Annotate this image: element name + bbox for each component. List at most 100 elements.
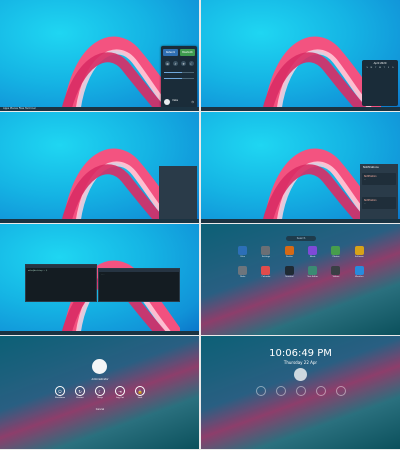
app-label: Weather bbox=[355, 276, 364, 278]
sleep-button[interactable]: ☾ Sleep bbox=[95, 386, 105, 399]
terminal-text: ... bbox=[101, 274, 105, 276]
app-item[interactable]: Terminal bbox=[278, 266, 301, 278]
app-label: Software bbox=[354, 256, 364, 258]
app-label: Text Editor bbox=[307, 276, 318, 278]
session-menu: Administrator ⏻ Shutdown ↻ Restart ☾ Sleep … bbox=[0, 336, 199, 449]
action-label: Restart bbox=[76, 397, 84, 399]
side-panel bbox=[159, 166, 197, 221]
app-icon bbox=[354, 266, 364, 275]
app-icon bbox=[261, 246, 271, 255]
logout-icon: ⇥ bbox=[115, 386, 125, 396]
wifi-icon[interactable]: ≋ bbox=[165, 61, 170, 66]
day-label: S bbox=[392, 67, 394, 69]
card-title: Notification bbox=[364, 175, 377, 178]
desktop-widget bbox=[0, 112, 199, 223]
app-item[interactable]: Music bbox=[301, 246, 324, 258]
taskbar bbox=[201, 219, 400, 223]
restart-button[interactable]: ↻ Restart bbox=[75, 386, 85, 399]
app-grid: Files Settings Firefox Music Photos Software D… bbox=[231, 246, 371, 278]
panel-items[interactable]: Apps Places Files Terminal bbox=[3, 107, 36, 110]
card-title: Notification bbox=[364, 199, 377, 202]
app-item[interactable]: Weather bbox=[348, 266, 371, 278]
app-icon bbox=[284, 246, 294, 255]
terminal-text: mike@desktop ~ $ bbox=[28, 270, 48, 272]
shutdown-button[interactable]: ⏻ Shutdown bbox=[55, 386, 65, 399]
taskbar bbox=[0, 219, 199, 223]
action-label: Lock bbox=[137, 397, 143, 399]
desktop-calendar: April 2020 S M T W T F S bbox=[201, 0, 400, 111]
ghost-actions bbox=[256, 386, 346, 396]
action-label: Shutdown bbox=[55, 397, 65, 399]
sleep-icon bbox=[296, 386, 306, 396]
app-icon bbox=[331, 266, 341, 275]
notification-title: Notifications bbox=[363, 166, 379, 169]
app-item[interactable]: Text Editor bbox=[301, 266, 324, 278]
restart-icon: ↻ bbox=[75, 386, 85, 396]
app-label: Settings bbox=[261, 256, 271, 258]
lock-icon bbox=[336, 386, 346, 396]
power-icon[interactable]: ⏻ bbox=[192, 100, 194, 104]
app-icon bbox=[238, 266, 248, 275]
app-icon bbox=[238, 246, 248, 255]
card-body: ... bbox=[364, 179, 366, 181]
desktop-quick-settings: Network Bluetooth ≋ ♪ ☀ ☾ mike ⏻ Apps Pl… bbox=[0, 0, 199, 111]
app-launcher: Search Files Settings Firefox Music Photos So… bbox=[201, 224, 400, 335]
sleep-icon: ☾ bbox=[95, 386, 105, 396]
brightness-slider[interactable] bbox=[164, 78, 194, 79]
search-input[interactable]: Search bbox=[286, 236, 316, 241]
quick-settings-panel: Network Bluetooth ≋ ♪ ☀ ☾ mike ⏻ bbox=[161, 46, 197, 108]
app-label: Disks bbox=[239, 276, 246, 278]
app-item[interactable]: Calendar bbox=[254, 266, 277, 278]
app-item[interactable]: Software bbox=[348, 246, 371, 258]
terminal-window[interactable]: mike@desktop ~ $ bbox=[25, 264, 97, 302]
volume-slider[interactable] bbox=[164, 72, 194, 73]
action-label: Sleep bbox=[97, 397, 103, 399]
bluetooth-tile[interactable]: Bluetooth bbox=[180, 49, 195, 56]
app-label: Firefox bbox=[286, 256, 293, 258]
desktop-notifications: Notifications Notification ... Notificat… bbox=[201, 112, 400, 223]
app-label: Photos bbox=[332, 256, 340, 258]
lock-date: Thursday 22 Apr bbox=[283, 360, 318, 365]
app-item[interactable]: Firefox bbox=[278, 246, 301, 258]
lock-icon: 🔒 bbox=[135, 386, 145, 396]
user-name: mike bbox=[172, 99, 179, 102]
card-body: ... bbox=[364, 203, 366, 205]
app-label: Music bbox=[309, 256, 316, 258]
app-icon bbox=[354, 246, 364, 255]
avatar bbox=[92, 359, 107, 374]
moon-icon[interactable]: ☾ bbox=[189, 61, 194, 66]
notification-card[interactable]: Notification ... bbox=[362, 173, 396, 185]
app-item[interactable]: Photos bbox=[324, 246, 347, 258]
avatar bbox=[164, 99, 170, 105]
action-label: Log Out bbox=[116, 397, 124, 399]
lock-screen: 10:06:49 PM Thursday 22 Apr bbox=[201, 336, 400, 449]
app-item[interactable]: Files bbox=[231, 246, 254, 258]
lock-clock: 10:06:49 PM bbox=[269, 348, 332, 359]
logout-button[interactable]: ⇥ Log Out bbox=[115, 386, 125, 399]
cancel-button[interactable]: Cancel bbox=[90, 408, 110, 411]
terminal-window-2[interactable]: ... bbox=[98, 268, 180, 302]
power-icon bbox=[256, 386, 266, 396]
notification-card[interactable]: Notification ... bbox=[362, 197, 396, 209]
calendar-days[interactable]: S M T W T F S bbox=[365, 67, 395, 69]
app-icon bbox=[284, 266, 294, 275]
session-actions: ⏻ Shutdown ↻ Restart ☾ Sleep ⇥ Log Out 🔒 Lock bbox=[55, 386, 145, 399]
calendar-popup: April 2020 S M T W T F S bbox=[362, 60, 398, 106]
notification-panel: Notifications Notification ... Notificat… bbox=[360, 164, 398, 222]
app-item[interactable]: Disks bbox=[231, 266, 254, 278]
app-icon bbox=[261, 266, 271, 275]
network-tile[interactable]: Network bbox=[163, 49, 178, 56]
app-item[interactable]: Settings bbox=[254, 246, 277, 258]
lock-button[interactable]: 🔒 Lock bbox=[135, 386, 145, 399]
app-icon bbox=[331, 246, 341, 255]
app-label: Files bbox=[240, 256, 245, 258]
taskbar bbox=[0, 331, 199, 335]
screenshot-grid: Network Bluetooth ≋ ♪ ☀ ☾ mike ⏻ Apps Pl… bbox=[0, 0, 400, 450]
app-item[interactable]: Videos bbox=[324, 266, 347, 278]
app-label: Videos bbox=[332, 276, 340, 278]
logout-icon bbox=[316, 386, 326, 396]
sound-icon[interactable]: ♪ bbox=[173, 61, 178, 66]
brightness-icon[interactable]: ☀ bbox=[181, 61, 186, 66]
app-label: Terminal bbox=[285, 276, 294, 278]
power-icon: ⏻ bbox=[55, 386, 65, 396]
